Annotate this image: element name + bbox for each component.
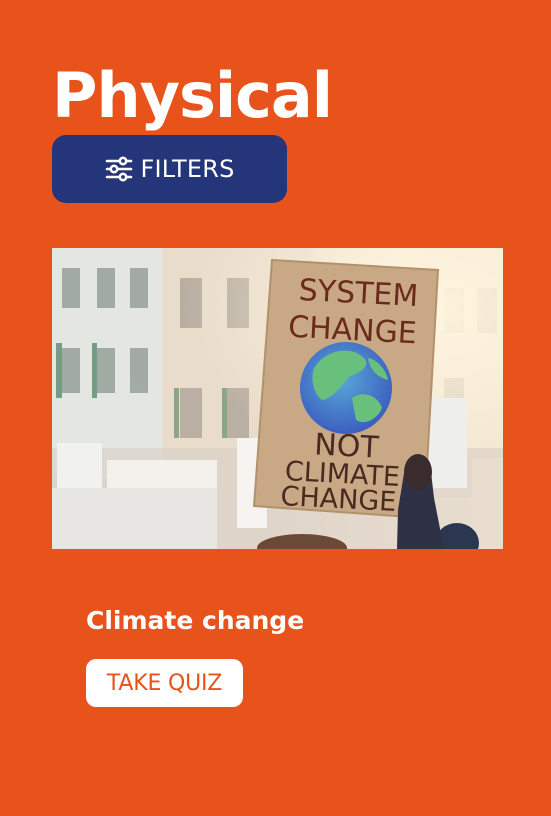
svg-text:SYSTEM: SYSTEM: [298, 273, 419, 314]
filters-label: FILTERS: [140, 155, 235, 183]
page-title: Physical: [52, 59, 333, 132]
take-quiz-label: TAKE QUIZ: [106, 670, 223, 696]
card-title: Climate change: [86, 606, 305, 635]
svg-text:CHANGE: CHANGE: [280, 481, 397, 518]
take-quiz-button[interactable]: TAKE QUIZ: [86, 659, 243, 707]
sliders-icon: [104, 154, 134, 184]
filters-button[interactable]: FILTERS: [52, 135, 287, 203]
climate-protest-image: SYSTEM CHANGE NOT CLIMATE CHANGE: [52, 248, 503, 549]
